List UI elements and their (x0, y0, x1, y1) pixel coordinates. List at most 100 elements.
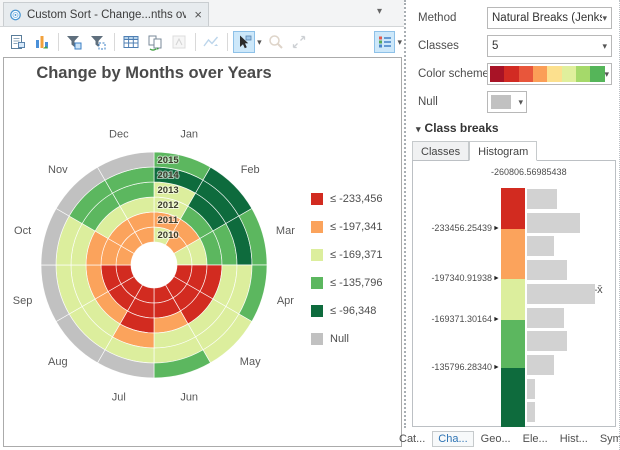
break-handle-icon[interactable]: ► (493, 225, 500, 232)
chart-view-tab[interactable]: Custom Sort - Change...nths over Years × (3, 2, 209, 26)
month-label-Apr: Apr (277, 295, 294, 307)
toolbar-separator (227, 33, 228, 51)
pane-tab-strip: Cat...Cha...Geo...Ele...Hist...Sym... (394, 429, 620, 449)
legend-item: Null (311, 325, 383, 353)
month-label-Oct: Oct (14, 225, 31, 237)
legend-item: ≤ -197,341 (311, 213, 383, 241)
pane-tab-geo[interactable]: Geo... (476, 432, 516, 446)
view-tab-bar: Custom Sort - Change...nths over Years ×… (0, 0, 404, 27)
pointer-tool-icon[interactable] (233, 31, 255, 53)
histogram-bar (527, 284, 595, 304)
chart-canvas[interactable]: Change by Months over Years JanFebMarApr… (3, 57, 402, 447)
pointer-tool-caret-icon[interactable]: ▾ (257, 37, 262, 48)
month-label-Mar: Mar (276, 225, 295, 237)
legend-swatch (311, 193, 323, 205)
ramp-segment (501, 368, 525, 427)
chart-legend: ≤ -233,456≤ -197,341≤ -169,371≤ -135,796… (311, 185, 383, 353)
break-handle-icon[interactable]: ► (493, 316, 500, 323)
classes-dropdown[interactable]: 5 ▾ (487, 35, 612, 57)
legend-label: ≤ -197,341 (330, 221, 383, 233)
pane-tab-ele[interactable]: Ele... (518, 432, 553, 446)
histogram-bar (527, 402, 535, 422)
legend-label: ≤ -96,348 (330, 305, 376, 317)
year-label-2012: 2012 (158, 200, 179, 211)
legend-label: Null (330, 333, 349, 345)
toolbar-separator (58, 33, 59, 51)
break-value-label: -197340.91938 (414, 273, 492, 283)
chart-type-icon[interactable] (31, 31, 53, 53)
chart-toolbar: ▾ ▾ (0, 27, 404, 57)
year-label-2014: 2014 (158, 170, 180, 181)
legend-item: ≤ -96,348 (311, 297, 383, 325)
histogram-bar (527, 331, 567, 351)
month-label-Jun: Jun (180, 391, 198, 403)
toolbar-separator (195, 33, 196, 51)
break-handle-icon[interactable]: ► (493, 364, 500, 371)
close-icon[interactable]: × (194, 7, 202, 22)
histogram-bar (527, 236, 554, 256)
ramp-segment (501, 279, 525, 320)
break-handle-icon[interactable]: ► (493, 275, 500, 282)
histogram-bar (527, 308, 564, 328)
legend-item: ≤ -135,796 (311, 269, 383, 297)
histogram-bar (527, 213, 580, 233)
month-label-Sep: Sep (13, 295, 33, 307)
filter-by-extent-icon[interactable] (87, 31, 109, 53)
chevron-down-icon: ▾ (518, 97, 523, 108)
month-label-Aug: Aug (48, 356, 68, 368)
chart-properties-icon[interactable] (7, 31, 29, 53)
method-label: Method (418, 7, 456, 29)
pane-tab-sym[interactable]: Sym... (595, 432, 620, 446)
month-label-Jul: Jul (112, 391, 126, 403)
year-label-2010: 2010 (158, 230, 179, 241)
histogram-panel: -260806.56985438 ‒x̄ -233456.25439►-1973… (412, 160, 616, 427)
null-color-swatch (491, 95, 511, 109)
color-scheme-dropdown[interactable]: ▾ (487, 63, 612, 85)
chart-properties-pane: Method Natural Breaks (Jenks) ▾ Classes … (410, 0, 620, 450)
legend-label: ≤ -169,371 (330, 249, 383, 261)
null-dropdown[interactable]: ▾ (487, 91, 527, 113)
classes-value: 5 (492, 40, 498, 52)
month-label-Nov: Nov (48, 164, 68, 176)
legend-list-caret-icon[interactable]: ▾ (397, 37, 402, 48)
legend-item: ≤ -169,371 (311, 241, 383, 269)
legend-swatch (311, 333, 323, 345)
class-breaks-tabs: ClassesHistogram (412, 141, 537, 161)
pane-tab-cha[interactable]: Cha... (432, 431, 473, 447)
method-value: Natural Breaks (Jenks) (492, 12, 602, 24)
chevron-down-icon: ▾ (604, 69, 609, 80)
legend-swatch (311, 305, 323, 317)
refresh-icon[interactable] (144, 31, 166, 53)
month-label-May: May (240, 356, 261, 368)
trend-line-icon (201, 31, 223, 53)
year-label-2013: 2013 (158, 185, 179, 196)
collapse-chevron-icon: ▾ (416, 124, 421, 134)
full-extent-icon (288, 31, 310, 53)
legend-swatch (311, 277, 323, 289)
class-breaks-header[interactable]: ▾Class breaks (416, 121, 499, 135)
table-icon[interactable] (120, 31, 142, 53)
arcgis-chart-window: Custom Sort - Change...nths over Years ×… (0, 0, 620, 450)
chevron-down-icon: ▾ (602, 13, 607, 24)
classes-label: Classes (418, 35, 459, 57)
pane-tab-cat[interactable]: Cat... (394, 432, 430, 446)
ramp-segment (501, 229, 525, 279)
break-value-label: -169371.30164 (414, 314, 492, 324)
histogram-bar (527, 379, 535, 399)
pane-tab-hist[interactable]: Hist... (555, 432, 593, 446)
zoom-mode-icon (265, 31, 287, 53)
legend-list-icon[interactable] (374, 31, 396, 53)
class-breaks-tab-histogram[interactable]: Histogram (469, 141, 537, 161)
chevron-down-icon: ▾ (602, 41, 607, 52)
tab-overflow-caret-icon[interactable]: ▾ (377, 6, 382, 17)
class-color-ramp (501, 188, 525, 427)
legend-swatch (311, 221, 323, 233)
break-value-label: -135796.28340 (414, 362, 492, 372)
class-breaks-tab-classes[interactable]: Classes (412, 141, 469, 161)
color-scheme-swatch (490, 66, 604, 82)
pane-divider[interactable] (404, 0, 406, 428)
filter-by-selection-icon[interactable] (64, 31, 86, 53)
histogram-upper-bound: -260806.56985438 (491, 167, 567, 177)
method-dropdown[interactable]: Natural Breaks (Jenks) ▾ (487, 7, 612, 29)
selection-icon (168, 31, 190, 53)
